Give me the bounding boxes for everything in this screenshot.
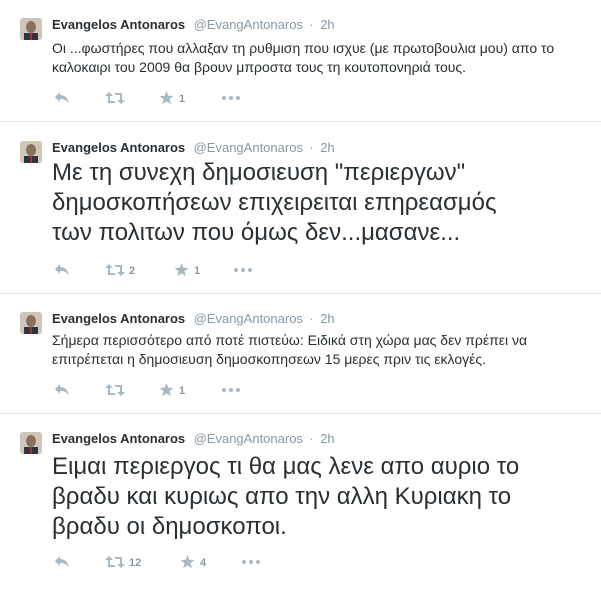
author-name[interactable]: Evangelos Antonaros: [52, 140, 185, 155]
tweet-header: Evangelos Antonaros @EvangAntonaros · 2h: [52, 139, 335, 157]
timestamp[interactable]: 2h: [320, 431, 334, 446]
reply-icon[interactable]: [54, 91, 70, 107]
tweet-header: Evangelos Antonaros @EvangAntonaros · 2h: [52, 310, 335, 328]
avatar[interactable]: [20, 18, 42, 40]
tweet-text: Ειμαι περιεργος τι θα μας λενε απο αυριο…: [52, 453, 520, 540]
retweet-count: 12: [129, 557, 142, 569]
separator: ·: [309, 140, 314, 155]
avatar[interactable]: [20, 312, 42, 334]
tweet-actions: 1: [52, 383, 282, 399]
separator: ·: [309, 311, 314, 326]
avatar[interactable]: [20, 141, 42, 163]
retweet-count: 2: [129, 265, 136, 277]
reply-icon[interactable]: [54, 555, 70, 571]
more-dots-icon[interactable]: [222, 388, 240, 404]
more-dots-icon[interactable]: [222, 96, 240, 112]
author-handle[interactable]: @EvangAntonaros: [194, 311, 303, 326]
tweet-actions: 2 1: [52, 263, 282, 279]
tweet-actions: 1: [52, 91, 282, 107]
author-name[interactable]: Evangelos Antonaros: [52, 431, 185, 446]
favorite-star-icon[interactable]: [159, 383, 174, 399]
timestamp[interactable]: 2h: [320, 17, 334, 32]
favorite-count: 1: [194, 265, 201, 277]
tweet[interactable]: Evangelos Antonaros @EvangAntonaros · 2h…: [0, 414, 601, 591]
avatar[interactable]: [20, 432, 42, 454]
retweet-icon[interactable]: [105, 91, 125, 107]
favorite-star-icon[interactable]: [174, 263, 189, 279]
tweet-text: Σήμερα περισσότερο από ποτέ πιστεύω: Ειδ…: [52, 332, 528, 367]
favorite-count: 1: [179, 385, 186, 397]
reply-icon[interactable]: [54, 383, 70, 399]
author-handle[interactable]: @EvangAntonaros: [194, 140, 303, 155]
tweet-header: Evangelos Antonaros @EvangAntonaros · 2h: [52, 430, 335, 448]
favorite-count: 1: [179, 93, 186, 105]
timestamp[interactable]: 2h: [320, 140, 334, 155]
tweet-text: Με τη συνεχη δημοσιευση "περιεργων" δημο…: [52, 159, 497, 246]
tweet[interactable]: Evangelos Antonaros @EvangAntonaros · 2h…: [0, 122, 601, 294]
tweet-timeline: Evangelos Antonaros @EvangAntonaros · 2h…: [0, 0, 601, 591]
tweet-header: Evangelos Antonaros @EvangAntonaros · 2h: [52, 16, 335, 34]
more-dots-icon[interactable]: [234, 268, 252, 284]
author-handle[interactable]: @EvangAntonaros: [194, 431, 303, 446]
favorite-star-icon[interactable]: [180, 555, 195, 571]
tweet[interactable]: Evangelos Antonaros @EvangAntonaros · 2h…: [0, 294, 601, 414]
retweet-icon[interactable]: [105, 555, 125, 571]
more-dots-icon[interactable]: [242, 560, 260, 576]
tweet-text: Οι ...φωστήρες που αλλαξαν τη ρυθμιση πο…: [52, 40, 555, 75]
timestamp[interactable]: 2h: [320, 311, 334, 326]
retweet-icon[interactable]: [105, 383, 125, 399]
tweet-actions: 12 4: [52, 555, 282, 571]
reply-icon[interactable]: [54, 263, 70, 279]
author-name[interactable]: Evangelos Antonaros: [52, 17, 185, 32]
favorite-star-icon[interactable]: [159, 91, 174, 107]
author-name[interactable]: Evangelos Antonaros: [52, 311, 185, 326]
author-handle[interactable]: @EvangAntonaros: [194, 17, 303, 32]
separator: ·: [309, 431, 314, 446]
separator: ·: [309, 17, 314, 32]
favorite-count: 4: [200, 557, 207, 569]
tweet[interactable]: Evangelos Antonaros @EvangAntonaros · 2h…: [0, 0, 601, 122]
retweet-icon[interactable]: [105, 263, 125, 279]
